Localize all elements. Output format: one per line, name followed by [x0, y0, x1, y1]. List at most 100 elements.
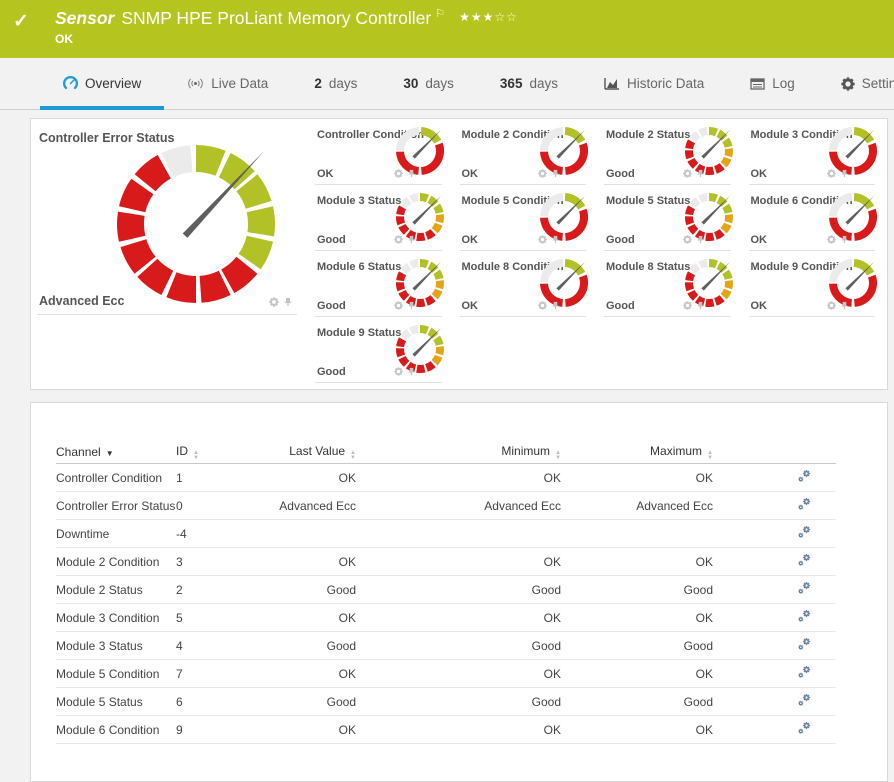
tab-2-days[interactable]: 2 days — [291, 58, 380, 109]
channel-settings-icon[interactable] — [797, 581, 812, 596]
channel-settings-icon[interactable] — [797, 637, 812, 652]
column-header-minimum[interactable]: Minimum ▲ ▼ — [356, 441, 561, 464]
gear-icon[interactable] — [393, 231, 403, 249]
column-header-id[interactable]: ID ▲ ▼ — [176, 441, 241, 464]
gauge-cell-module-3-condition[interactable]: Module 3 Condition OK — [743, 119, 888, 185]
sort-both-icon: ▲ ▼ — [193, 449, 199, 461]
table-row: Controller Error Status 0 Advanced Ecc Adva… — [56, 491, 836, 520]
gear-icon[interactable] — [827, 231, 836, 249]
gauge-cell-actions — [538, 297, 560, 315]
gauge-value: OK — [317, 168, 334, 180]
tab-label: Live Data — [211, 76, 269, 91]
gauge-cell-actions — [682, 165, 705, 183]
gauge-cell-controller-condition[interactable]: Controller Condition OK — [309, 119, 454, 185]
tab-live-data[interactable]: Live Data — [164, 58, 291, 109]
pin-icon[interactable] — [551, 297, 560, 315]
flag-icon[interactable]: ⚐ — [435, 8, 445, 20]
cell-actions — [713, 547, 836, 576]
gauge-cell-controller-error-status[interactable]: Controller Error Status Advanced Ecc — [31, 119, 309, 315]
channel-settings-icon[interactable] — [797, 497, 812, 512]
cell-last: Advanced Ecc — [241, 491, 356, 520]
tab-log[interactable]: Log — [727, 58, 818, 109]
gauge-cell-actions — [393, 363, 416, 381]
gauge-cell-module-6-condition[interactable]: Module 6 Condition OK — [743, 185, 888, 251]
cell-channel: Controller Error Status — [56, 491, 176, 520]
table-row: Module 3 Status 4 Good Good Good — [56, 631, 836, 660]
priority-stars[interactable]: ★★★☆☆ — [459, 10, 518, 24]
pin-icon[interactable] — [407, 297, 416, 315]
gear-icon[interactable] — [682, 297, 692, 315]
column-header-actions — [713, 441, 836, 464]
tab-settings[interactable]: Settings — [818, 58, 894, 109]
cell-min: OK — [356, 463, 561, 492]
gauge-cell-module-9-status[interactable]: Module 9 Status Good — [309, 317, 454, 383]
column-label: ID — [176, 443, 188, 458]
gauge-cell-module-8-condition[interactable]: Module 8 Condition OK — [454, 251, 599, 317]
gauge-cell-module-9-condition[interactable]: Module 9 Condition OK — [743, 251, 888, 317]
cell-min: OK — [356, 603, 561, 632]
gear-icon[interactable] — [682, 231, 692, 249]
gear-icon[interactable] — [827, 297, 836, 315]
gear-icon[interactable] — [393, 297, 403, 315]
gauge-cell-module-5-status[interactable]: Module 5 Status Good — [598, 185, 743, 251]
cell-max: Advanced Ecc — [561, 491, 713, 520]
channel-settings-icon[interactable] — [797, 721, 812, 736]
gear-icon[interactable] — [538, 231, 547, 249]
channel-settings-icon[interactable] — [797, 553, 812, 568]
channel-settings-icon[interactable] — [797, 693, 812, 708]
gear-icon[interactable] — [269, 294, 279, 312]
channel-settings-icon[interactable] — [797, 525, 812, 540]
gear-icon[interactable] — [827, 165, 836, 183]
table-row: Module 5 Condition 7 OK OK OK — [56, 659, 836, 688]
pin-icon[interactable] — [840, 297, 849, 315]
cell-id: 2 — [176, 575, 241, 604]
channel-settings-icon[interactable] — [797, 609, 812, 624]
gauge-cell-actions — [827, 297, 849, 315]
pin-icon[interactable] — [696, 297, 705, 315]
pin-icon[interactable] — [407, 363, 416, 381]
gear-icon[interactable] — [538, 297, 547, 315]
pin-icon[interactable] — [407, 165, 416, 183]
pin-icon[interactable] — [551, 165, 560, 183]
channel-settings-icon[interactable] — [797, 469, 812, 484]
channels-table: Channel ▼ ID ▲ ▼ Last Value ▲ ▼ Minimum ▲ ▼ Maximum… — [56, 441, 836, 744]
gauge-cell-module-8-status[interactable]: Module 8 Status Good — [598, 251, 743, 317]
page-title: SNMP HPE ProLiant Memory Controller — [121, 7, 432, 28]
tab-overview[interactable]: Overview — [40, 58, 165, 110]
pin-icon[interactable] — [840, 231, 849, 249]
gauge-cell-actions — [393, 165, 416, 183]
channels-panel: Channel ▼ ID ▲ ▼ Last Value ▲ ▼ Minimum ▲ ▼ Maximum… — [30, 402, 888, 782]
pin-icon[interactable] — [551, 231, 560, 249]
column-header-channel[interactable]: Channel ▼ — [56, 441, 176, 464]
gauge-cell-actions — [827, 165, 849, 183]
gear-icon[interactable] — [393, 165, 403, 183]
cell-max: Good — [561, 631, 713, 660]
small-gauges-grid: Controller Condition OK Module 2 Conditio… — [309, 119, 887, 389]
channel-settings-icon[interactable] — [797, 665, 812, 680]
gauge-cell-module-2-condition[interactable]: Module 2 Condition OK — [454, 119, 599, 185]
column-header-last-value[interactable]: Last Value ▲ ▼ — [241, 441, 356, 464]
gear-icon[interactable] — [682, 165, 692, 183]
pin-icon[interactable] — [696, 165, 705, 183]
column-header-maximum[interactable]: Maximum ▲ ▼ — [561, 441, 713, 464]
gauge-cell-module-6-status[interactable]: Module 6 Status Good — [309, 251, 454, 317]
controller-error-status-gauge[interactable] — [111, 139, 281, 314]
cell-channel: Module 3 Status — [56, 631, 176, 660]
pin-icon[interactable] — [283, 294, 293, 312]
gear-icon[interactable] — [393, 363, 403, 381]
tab-30-days[interactable]: 30 days — [380, 58, 477, 109]
pin-icon[interactable] — [407, 231, 416, 249]
pin-icon[interactable] — [696, 231, 705, 249]
cell-max: Good — [561, 575, 713, 604]
broadcast-icon — [187, 77, 204, 90]
cell-actions — [713, 659, 836, 688]
gauge-cell-module-2-status[interactable]: Module 2 Status Good — [598, 119, 743, 185]
tab-365-days[interactable]: 365 days — [477, 58, 581, 109]
gear-icon[interactable] — [538, 165, 547, 183]
cell-last: Good — [241, 575, 356, 604]
gauge-cell-module-3-status[interactable]: Module 3 Status Good — [309, 185, 454, 251]
tab-historic-data[interactable]: Historic Data — [581, 58, 727, 109]
pin-icon[interactable] — [840, 165, 849, 183]
cell-id: 6 — [176, 687, 241, 716]
gauge-cell-module-5-condition[interactable]: Module 5 Condition OK — [454, 185, 599, 251]
